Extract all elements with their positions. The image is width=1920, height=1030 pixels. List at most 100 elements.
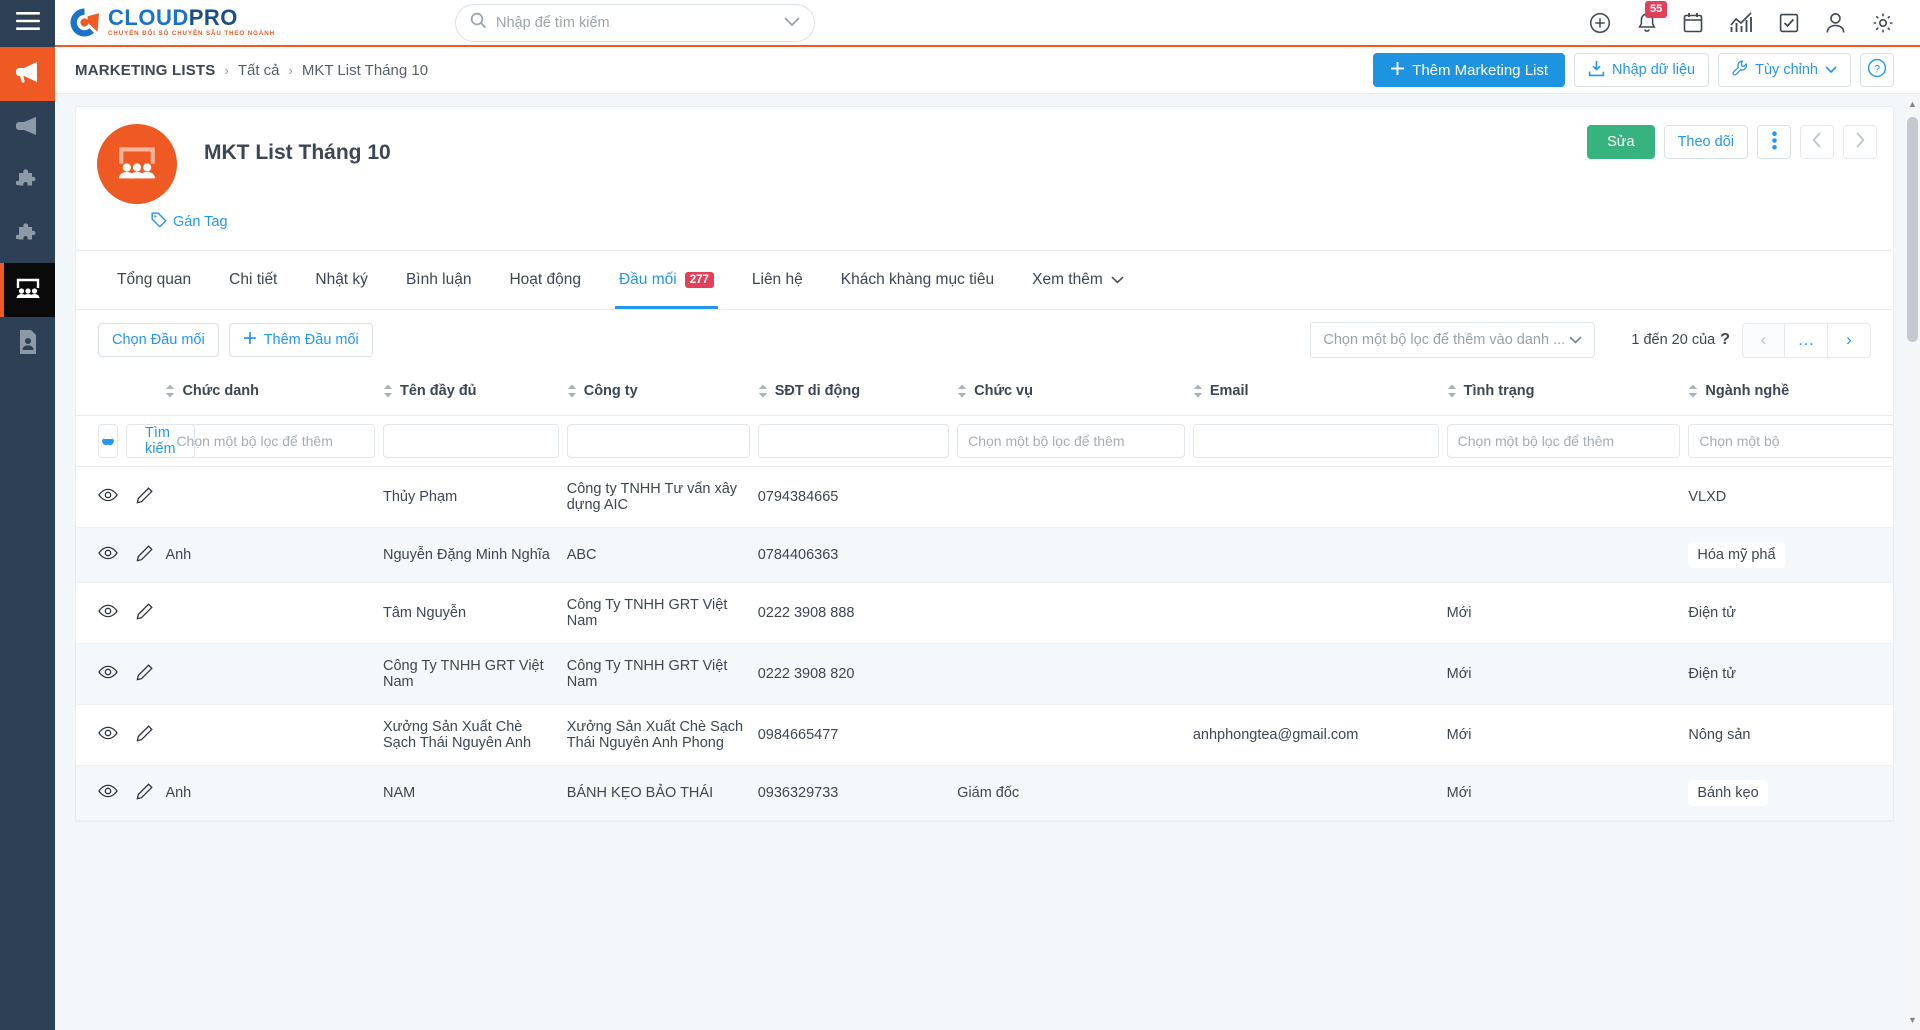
filter-nganh-input[interactable]: Chọn một bộ [1688, 424, 1893, 458]
cell-email[interactable] [1192, 582, 1447, 644]
plus-circle-icon[interactable] [1589, 12, 1611, 34]
sort-icon[interactable] [165, 384, 175, 398]
cell-email[interactable] [1192, 643, 1447, 705]
sort-icon[interactable] [567, 384, 577, 398]
clear-filters-button[interactable] [98, 424, 118, 458]
col-ten-day-du[interactable]: Tên đầy đủ [383, 370, 567, 416]
more-actions-button[interactable] [1757, 125, 1791, 159]
sidebar-item-campaign-list[interactable] [0, 101, 55, 155]
add-lead-button[interactable]: Thêm Đầu mối [228, 323, 373, 357]
view-icon[interactable] [98, 546, 118, 564]
gear-icon[interactable] [1872, 12, 1894, 34]
table-row[interactable]: Tâm Nguyễn Công Ty TNHH GRT Việt Nam 022… [76, 582, 1893, 644]
sidebar-item-module-a[interactable] [0, 155, 55, 209]
cell-email[interactable] [1192, 527, 1447, 583]
page-prev-button[interactable]: ‹ [1742, 322, 1785, 358]
tab-khach-hang-muc-tieu[interactable]: Khách khàng mục tiêu [822, 251, 1013, 309]
edit-icon[interactable] [136, 724, 153, 746]
scroll-down-arrow[interactable]: ▼ [1905, 1010, 1920, 1030]
filter-ten-input[interactable] [383, 424, 559, 458]
filter-chuc-vu-input[interactable]: Chọn một bộ lọc để thêm [957, 424, 1185, 458]
assign-tag-button[interactable]: Gán Tag [151, 212, 228, 232]
search-input[interactable] [496, 15, 784, 31]
col-chuc-vu[interactable]: Chức vụ [957, 370, 1193, 416]
col-tinh-trang[interactable]: Tình trạng [1446, 370, 1689, 416]
edit-button[interactable]: Sửa [1587, 125, 1655, 159]
col-chuc-danh[interactable]: Chức danh [165, 370, 383, 416]
sort-icon[interactable] [957, 384, 967, 398]
edit-icon[interactable] [136, 602, 153, 624]
view-icon[interactable] [98, 726, 118, 744]
cell-email[interactable]: anhphongtea@gmail.com [1192, 704, 1447, 766]
breadcrumb-level2[interactable]: Tất cả [238, 62, 280, 79]
table-row[interactable]: Thủy Phạm Công ty TNHH Tư vấn xây dựng A… [76, 466, 1893, 528]
breadcrumb-root[interactable]: MARKETING LISTS [75, 62, 216, 79]
select-lead-button[interactable]: Chọn Đầu mối [98, 323, 219, 357]
app-logo[interactable]: CLOUDPRO CHUYỂN ĐỔI SỐ CHUYÊN SÂU THEO N… [55, 7, 275, 38]
next-record-button[interactable] [1843, 125, 1877, 159]
view-icon[interactable] [98, 488, 118, 506]
add-marketing-list-button[interactable]: Thêm Marketing List [1373, 53, 1566, 87]
filter-sdt-input[interactable] [757, 424, 950, 458]
follow-button[interactable]: Theo dõi [1663, 125, 1748, 159]
customize-button[interactable]: Tùy chỉnh [1718, 53, 1851, 87]
analytics-icon[interactable] [1729, 12, 1753, 33]
prev-record-button[interactable] [1800, 125, 1834, 159]
page-scrollbar[interactable]: ▲ ▼ [1905, 94, 1920, 1030]
filter-chuc-danh-input[interactable]: Chọn một bộ lọc để thêm [165, 424, 375, 458]
filter-select[interactable]: Chọn một bộ lọc để thêm vào danh ... [1310, 322, 1596, 358]
scroll-up-arrow[interactable]: ▲ [1905, 94, 1920, 114]
help-button[interactable]: ? [1860, 53, 1894, 87]
sort-icon[interactable] [1447, 384, 1457, 398]
table-row[interactable]: Xưởng Sản Xuất Chè Sạch Thái Nguyên Anh … [76, 704, 1893, 766]
tab-dau-moi[interactable]: Đầu mối 277 [600, 251, 733, 309]
page-next-button[interactable]: › [1828, 322, 1871, 358]
task-check-icon[interactable] [1779, 13, 1799, 33]
sort-icon[interactable] [758, 384, 768, 398]
sort-icon[interactable] [383, 384, 393, 398]
page-more-button[interactable]: … [1785, 322, 1828, 358]
hamburger-menu-button[interactable] [0, 0, 55, 47]
tab-binh-luan[interactable]: Bình luận [387, 251, 491, 309]
col-email[interactable]: Email [1192, 370, 1447, 416]
table-row[interactable]: Anh Nguyễn Đặng Minh Nghĩa ABC 078440636… [76, 527, 1893, 583]
cell-email[interactable] [1192, 466, 1447, 528]
col-sdt-di-dong[interactable]: SĐT di động [757, 370, 958, 416]
sort-icon[interactable] [1688, 384, 1698, 398]
sidebar-item-documents[interactable] [0, 317, 55, 371]
sidebar-item-marketing-lists[interactable] [0, 263, 55, 317]
tab-hoat-dong[interactable]: Hoạt động [490, 251, 600, 309]
filter-cong-ty-input[interactable] [566, 424, 750, 458]
import-data-button[interactable]: Nhập dữ liệu [1574, 53, 1710, 87]
user-icon[interactable] [1825, 12, 1846, 34]
table-row[interactable]: Anh NAM BÁNH KẸO BẢO THÁI 0936329733 Giá… [76, 765, 1893, 821]
search-box[interactable] [455, 4, 815, 42]
col-label: SĐT di động [774, 383, 861, 399]
col-cong-ty[interactable]: Công ty [566, 370, 758, 416]
sort-icon[interactable] [1193, 384, 1203, 398]
sidebar-item-module-b[interactable] [0, 209, 55, 263]
view-icon[interactable] [98, 604, 118, 622]
bell-icon[interactable]: 55 [1637, 0, 1668, 34]
sidebar-item-campaign[interactable] [0, 47, 55, 101]
view-icon[interactable] [98, 665, 118, 683]
filter-email-input[interactable] [1192, 424, 1439, 458]
breadcrumb-level3[interactable]: MKT List Tháng 10 [302, 62, 428, 79]
tab-chi-tiet[interactable]: Chi tiết [210, 251, 296, 309]
cell-email[interactable] [1192, 765, 1447, 821]
tab-lien-he[interactable]: Liên hệ [733, 251, 822, 309]
edit-icon[interactable] [136, 544, 153, 566]
filter-tinh-trang-input[interactable]: Chọn một bộ lọc để thêm [1446, 424, 1681, 458]
col-nganh-nghe[interactable]: Ngành nghề [1688, 370, 1893, 416]
tab-nhat-ky[interactable]: Nhật ký [296, 251, 387, 309]
edit-icon[interactable] [136, 782, 153, 804]
tab-xem-them[interactable]: Xem thêm [1013, 251, 1143, 309]
edit-icon[interactable] [136, 486, 153, 508]
table-row[interactable]: Công Ty TNHH GRT Việt Nam Công Ty TNHH G… [76, 643, 1893, 705]
scrollbar-thumb[interactable] [1907, 117, 1918, 342]
chevron-down-icon[interactable] [784, 14, 800, 32]
edit-icon[interactable] [136, 663, 153, 685]
calendar-icon[interactable] [1683, 12, 1703, 33]
tab-tong-quan[interactable]: Tổng quan [98, 251, 210, 309]
view-icon[interactable] [98, 784, 118, 802]
